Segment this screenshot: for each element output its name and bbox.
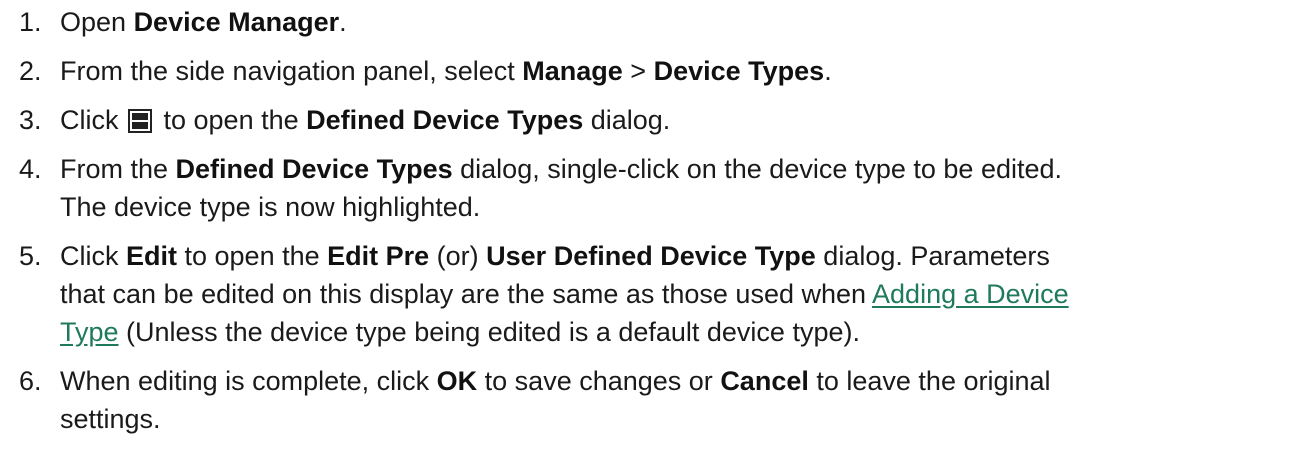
step-text: The device type is now highlighted. [60, 192, 481, 222]
ui-term-manage: Manage [522, 56, 623, 86]
step-1: 1. Open Device Manager. [0, 3, 1293, 41]
step-text: (or) [429, 241, 487, 271]
ui-term-device-manager: Device Manager [133, 7, 340, 37]
ui-term-device-types: Device Types [653, 56, 825, 86]
step-4: 4. From the Defined Device Types dialog,… [0, 150, 1293, 226]
step-text: Open [60, 7, 134, 37]
step-text: dialog. Parameters [815, 241, 1050, 271]
step-text: When editing is complete, click [60, 366, 437, 396]
step-number: 4. [19, 154, 42, 184]
step-text: Click [60, 105, 126, 135]
step-text: dialog. [583, 105, 671, 135]
ui-term-defined-device-types: Defined Device Types [175, 154, 453, 184]
ui-term-cancel: Cancel [720, 366, 809, 396]
step-number: 2. [19, 56, 42, 86]
ui-term-edit-pre: Edit Pre [327, 241, 430, 271]
adding-device-type-link[interactable]: Adding a Device [872, 279, 1069, 309]
step-number: 1. [19, 7, 42, 37]
step-number: 3. [19, 105, 42, 135]
step-6: 6. When editing is complete, click OK to… [0, 362, 1293, 438]
step-text: From the side navigation panel, select [60, 56, 523, 86]
step-text: to leave the original [808, 366, 1051, 396]
step-5: 5. Click Edit to open the Edit Pre (or) … [0, 237, 1293, 351]
step-text: From the [60, 154, 176, 184]
step-text: to open the [156, 105, 307, 135]
step-text: . [824, 56, 832, 86]
ui-term-user-defined-device-type: User Defined Device Type [486, 241, 816, 271]
step-text: settings. [60, 404, 161, 434]
step-text: . [339, 7, 347, 37]
step-3: 3. Click to open the Defined Device Type… [0, 101, 1293, 139]
step-text: to save changes or [477, 366, 721, 396]
step-text: > [622, 56, 654, 86]
step-number: 6. [19, 366, 42, 396]
step-text: to open the [177, 241, 328, 271]
device-types-icon [128, 109, 152, 133]
step-text: dialog, single-click on the device type … [452, 154, 1063, 184]
step-number: 5. [19, 241, 42, 271]
step-text: (Unless the device type being edited is … [118, 317, 860, 347]
step-text: that can be edited on this display are t… [60, 279, 873, 309]
adding-device-type-link[interactable]: Type [60, 317, 119, 347]
ui-term-ok: OK [436, 366, 478, 396]
instruction-steps: 1. Open Device Manager. 2. From the side… [0, 0, 1293, 438]
step-2: 2. From the side navigation panel, selec… [0, 52, 1293, 90]
step-text: Click [60, 241, 126, 271]
ui-term-edit: Edit [126, 241, 177, 271]
ui-term-defined-device-types: Defined Device Types [306, 105, 584, 135]
